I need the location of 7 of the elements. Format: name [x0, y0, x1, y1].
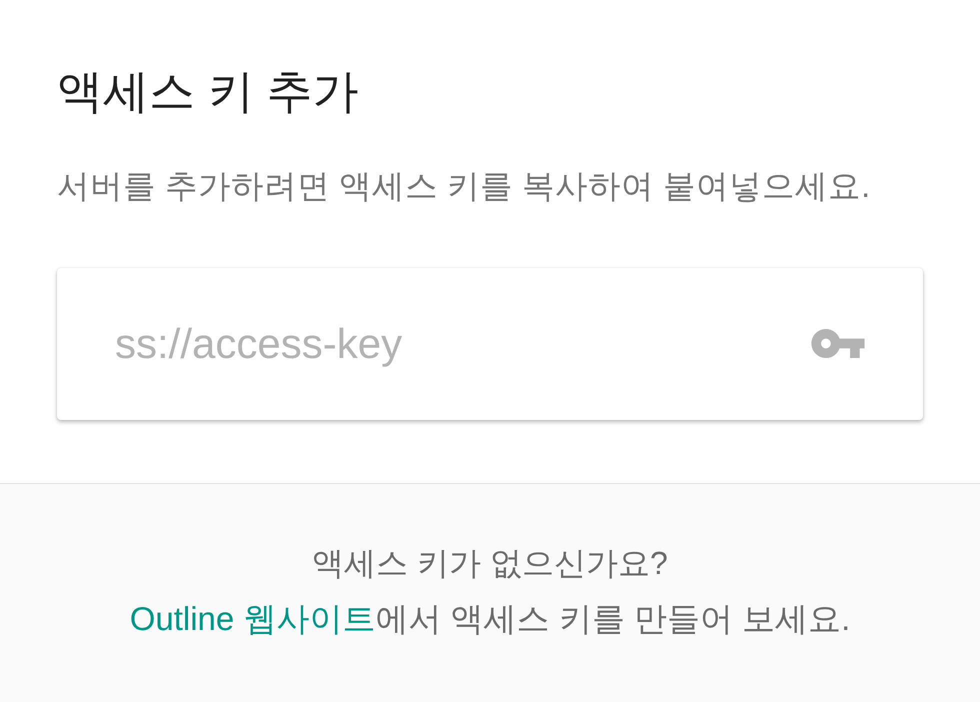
dialog-description: 서버를 추가하려면 액세스 키를 복사하여 붙여넣으세요. [57, 167, 870, 206]
outline-website-link[interactable]: Outline 웹사이트 [130, 600, 376, 637]
access-key-field[interactable]: ss://access-key [57, 268, 923, 420]
key-icon [811, 329, 865, 358]
no-key-question: 액세스 키가 없으신가요? [312, 544, 668, 583]
create-key-hint: Outline 웹사이트에서 액세스 키를 만들어 보세요. [130, 599, 850, 639]
dialog-title: 액세스 키 추가 [57, 64, 359, 119]
